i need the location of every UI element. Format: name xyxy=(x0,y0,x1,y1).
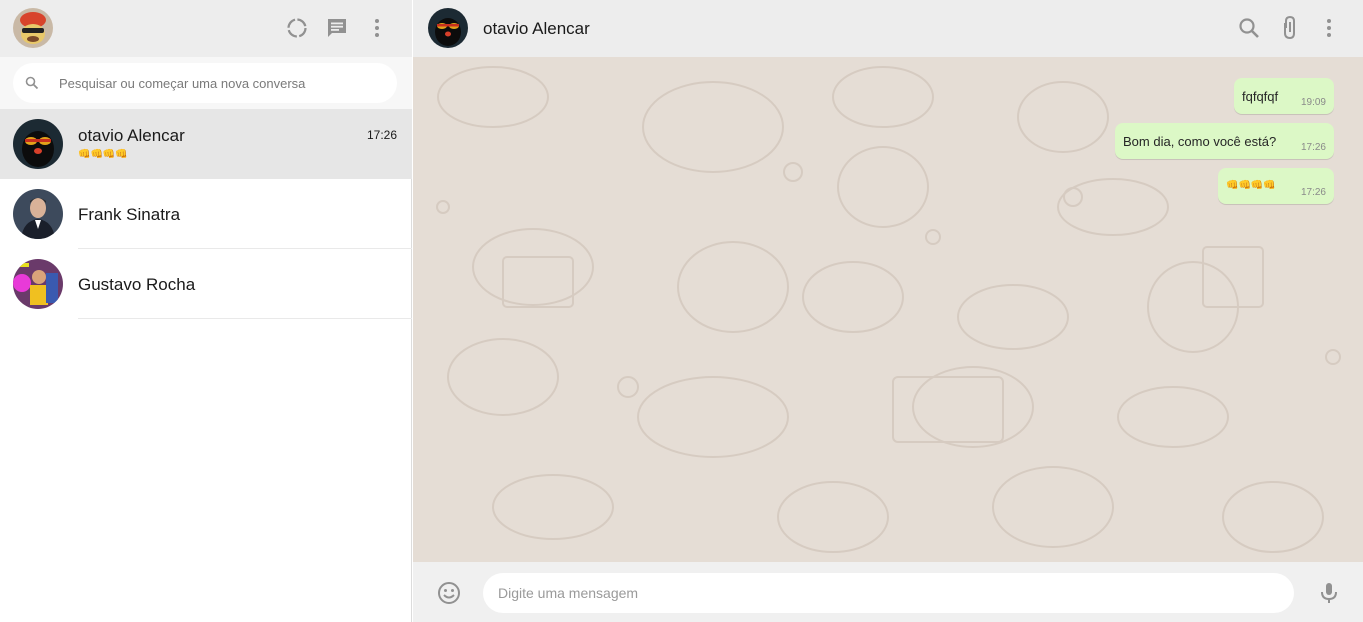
message-bubble-outgoing[interactable]: Bom dia, como você está? 17:26 xyxy=(1115,123,1334,159)
sidebar: otavio Alencar 17:26 👊👊👊👊 Frank Sinatra xyxy=(0,0,412,622)
message-composer xyxy=(413,562,1363,622)
search-area xyxy=(0,57,412,109)
conversation-header: otavio Alencar xyxy=(413,0,1363,57)
microphone-icon[interactable] xyxy=(1317,581,1341,605)
chat-item-frank-sinatra[interactable]: Frank Sinatra xyxy=(0,179,412,249)
message-area[interactable]: fqfqfqf 19:09 Bom dia, como você está? 1… xyxy=(413,57,1363,562)
new-chat-icon[interactable] xyxy=(325,16,349,40)
message-input[interactable] xyxy=(483,573,1294,613)
search-icon[interactable] xyxy=(1237,16,1261,40)
message-box[interactable] xyxy=(483,573,1294,613)
contact-avatar[interactable] xyxy=(428,8,468,48)
contact-name[interactable]: otavio Alencar xyxy=(483,19,590,39)
conversation-panel: otavio Alencar fqfqfqf 19:09 Bom dia, co… xyxy=(413,0,1363,622)
attach-icon[interactable] xyxy=(1278,16,1302,40)
chat-name: Frank Sinatra xyxy=(78,205,181,224)
message-time: 17:26 xyxy=(1300,187,1326,198)
chat-time: 17:26 xyxy=(366,128,397,142)
avatar xyxy=(13,189,63,239)
chat-name: otavio Alencar xyxy=(78,126,185,145)
message-text: 👊👊👊👊 xyxy=(1226,180,1276,191)
emoji-icon[interactable] xyxy=(437,581,461,605)
message-text: fqfqfqf xyxy=(1242,89,1279,104)
message-time: 17:26 xyxy=(1300,142,1326,153)
search-box[interactable] xyxy=(13,63,397,103)
message-bubble-outgoing[interactable]: 👊👊👊👊 17:26 xyxy=(1218,168,1334,204)
chat-list: otavio Alencar 17:26 👊👊👊👊 Frank Sinatra xyxy=(0,109,412,319)
conversation-menu-icon[interactable] xyxy=(1317,16,1341,40)
chat-item-gustavo-rocha[interactable]: Gustavo Rocha xyxy=(0,249,412,319)
sidebar-header xyxy=(0,0,412,57)
message-text: Bom dia, como você está? xyxy=(1123,134,1277,149)
search-input[interactable] xyxy=(59,63,389,103)
status-icon[interactable] xyxy=(285,16,309,40)
divider xyxy=(78,318,412,319)
avatar xyxy=(13,119,63,169)
message-time: 19:09 xyxy=(1300,97,1326,108)
search-icon xyxy=(25,76,39,90)
my-profile-avatar[interactable] xyxy=(13,8,53,48)
sidebar-menu-icon[interactable] xyxy=(365,16,389,40)
chat-preview: 👊👊👊👊 xyxy=(78,149,128,160)
avatar xyxy=(13,259,63,309)
message-bubble-outgoing[interactable]: fqfqfqf 19:09 xyxy=(1234,78,1334,114)
chat-item-otavio-alencar[interactable]: otavio Alencar 17:26 👊👊👊👊 xyxy=(0,109,412,179)
chat-name: Gustavo Rocha xyxy=(78,275,196,294)
